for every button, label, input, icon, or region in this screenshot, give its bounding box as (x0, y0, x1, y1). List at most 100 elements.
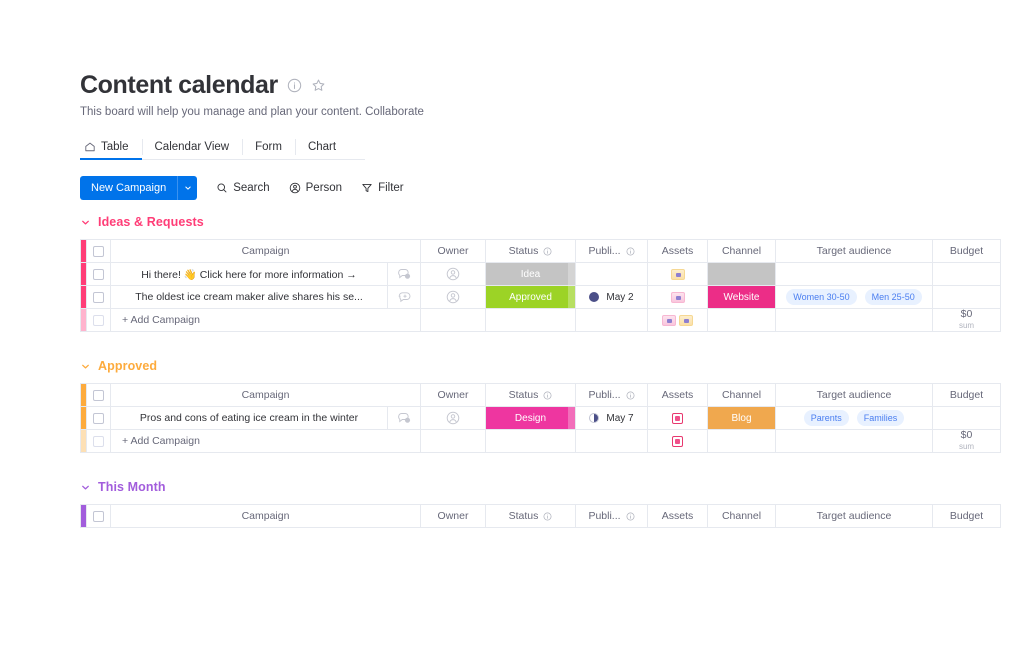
row-checkbox-cell[interactable] (86, 262, 111, 286)
cell-campaign[interactable]: The oldest ice cream maker alive shares … (110, 285, 388, 309)
select-all-checkbox-cell[interactable] (86, 383, 111, 407)
column-header-owner[interactable]: Owner (420, 504, 486, 528)
cell-campaign[interactable]: Hi there! 👋 Click here for more informat… (110, 262, 388, 286)
tab-table[interactable]: Table (80, 135, 142, 160)
column-header-published[interactable]: Publi... (575, 383, 648, 407)
cell-campaign-comments[interactable] (387, 285, 421, 309)
cell-owner[interactable] (420, 406, 486, 430)
column-header-status[interactable]: Status (485, 383, 576, 407)
new-campaign-button[interactable]: New Campaign (80, 176, 198, 200)
cell-published[interactable]: May 2 (575, 285, 648, 309)
column-header-channel[interactable]: Channel (707, 239, 776, 263)
info-circle-icon[interactable] (543, 247, 552, 256)
audience-tag[interactable]: Women 30-50 (786, 289, 857, 305)
column-header-owner[interactable]: Owner (420, 239, 486, 263)
avatar-placeholder-icon[interactable] (446, 290, 460, 304)
table-row[interactable]: Hi there! 👋 Click here for more informat… (80, 262, 1001, 286)
column-header-assets[interactable]: Assets (647, 383, 708, 407)
cell-assets[interactable] (647, 406, 708, 430)
column-header-budget[interactable]: Budget (932, 383, 1001, 407)
add-campaign-row[interactable]: + Add Campaign $0 sum (80, 308, 1001, 332)
cell-channel[interactable]: Website (707, 285, 776, 309)
cell-owner[interactable] (420, 285, 486, 309)
checkbox-icon[interactable] (93, 245, 104, 257)
tab-calendar-view[interactable]: Calendar View (141, 135, 243, 159)
cell-published[interactable]: May 7 (575, 406, 648, 430)
cell-assets-summary[interactable] (647, 308, 708, 332)
chevron-down-icon[interactable] (177, 176, 198, 200)
cell-budget[interactable] (932, 285, 1001, 309)
checkbox-icon[interactable] (93, 291, 104, 303)
info-circle-icon[interactable] (287, 78, 302, 93)
table-row[interactable]: Pros and cons of eating ice cream in the… (80, 406, 1001, 430)
tab-chart[interactable]: Chart (294, 135, 349, 159)
audience-tag[interactable]: Families (856, 410, 905, 426)
chevron-down-icon[interactable] (80, 361, 91, 372)
cell-campaign-comments[interactable] (387, 262, 421, 286)
row-checkbox-cell[interactable] (86, 308, 111, 332)
asset-thumbnail-icon[interactable] (672, 435, 683, 447)
column-header-status[interactable]: Status (485, 504, 576, 528)
column-header-channel[interactable]: Channel (707, 383, 776, 407)
cell-status[interactable]: Approved (485, 285, 576, 309)
checkbox-icon[interactable] (93, 510, 104, 522)
tab-form[interactable]: Form (242, 135, 295, 159)
column-header-budget[interactable]: Budget (932, 239, 1001, 263)
row-checkbox-cell[interactable] (86, 406, 111, 430)
info-circle-icon[interactable] (543, 391, 552, 400)
select-all-checkbox-cell[interactable] (86, 504, 111, 528)
info-circle-icon[interactable] (626, 391, 635, 400)
chevron-down-icon[interactable] (80, 482, 91, 493)
table-row[interactable]: The oldest ice cream maker alive shares … (80, 285, 1001, 309)
chevron-down-icon[interactable] (80, 217, 91, 228)
cell-target-audience[interactable]: Women 30-50 Men 25-50 (775, 285, 933, 309)
asset-thumbnail-icon[interactable] (670, 291, 685, 303)
audience-tag[interactable]: Men 25-50 (864, 289, 922, 305)
cell-campaign-comments[interactable] (387, 406, 421, 430)
column-header-target-audience[interactable]: Target audience (775, 239, 933, 263)
column-header-published[interactable]: Publi... (575, 504, 648, 528)
cell-status[interactable]: Design (485, 406, 576, 430)
cell-target-audience[interactable] (775, 262, 933, 286)
cell-status[interactable]: Idea (485, 262, 576, 286)
column-header-campaign[interactable]: Campaign (110, 383, 421, 407)
cell-assets-summary[interactable] (647, 429, 708, 453)
comment-add-icon[interactable] (397, 290, 412, 304)
cell-campaign[interactable]: Pros and cons of eating ice cream in the… (110, 406, 388, 430)
add-campaign-cell[interactable]: + Add Campaign (110, 308, 421, 332)
cell-budget[interactable] (932, 262, 1001, 286)
avatar-placeholder-icon[interactable] (446, 267, 460, 281)
add-campaign-cell[interactable]: + Add Campaign (110, 429, 421, 453)
column-header-published[interactable]: Publi... (575, 239, 648, 263)
column-header-target-audience[interactable]: Target audience (775, 383, 933, 407)
checkbox-icon[interactable] (93, 435, 104, 447)
star-icon[interactable] (311, 78, 326, 93)
comment-badge-icon[interactable] (397, 267, 412, 281)
cell-budget[interactable] (932, 406, 1001, 430)
asset-thumbnail-icon[interactable] (672, 412, 683, 424)
checkbox-icon[interactable] (93, 389, 104, 401)
asset-thumbnail-icon[interactable] (662, 314, 676, 326)
column-header-campaign[interactable]: Campaign (110, 504, 421, 528)
cell-assets[interactable] (647, 262, 708, 286)
comment-badge-icon[interactable] (397, 411, 412, 425)
cell-target-audience[interactable]: Parents Families (775, 406, 933, 430)
column-header-target-audience[interactable]: Target audience (775, 504, 933, 528)
row-checkbox-cell[interactable] (86, 285, 111, 309)
column-header-status[interactable]: Status (485, 239, 576, 263)
column-header-assets[interactable]: Assets (647, 504, 708, 528)
checkbox-icon[interactable] (93, 314, 104, 326)
filter-button[interactable]: Filter (361, 182, 404, 194)
audience-tag[interactable]: Parents (803, 410, 849, 426)
column-header-channel[interactable]: Channel (707, 504, 776, 528)
info-circle-icon[interactable] (626, 247, 635, 256)
cell-assets[interactable] (647, 285, 708, 309)
column-header-campaign[interactable]: Campaign (110, 239, 421, 263)
info-circle-icon[interactable] (626, 512, 635, 521)
checkbox-icon[interactable] (93, 412, 104, 424)
cell-channel[interactable]: Blog (707, 406, 776, 430)
info-circle-icon[interactable] (543, 512, 552, 521)
asset-thumbnail-icon[interactable] (679, 314, 693, 326)
column-header-owner[interactable]: Owner (420, 383, 486, 407)
row-checkbox-cell[interactable] (86, 429, 111, 453)
